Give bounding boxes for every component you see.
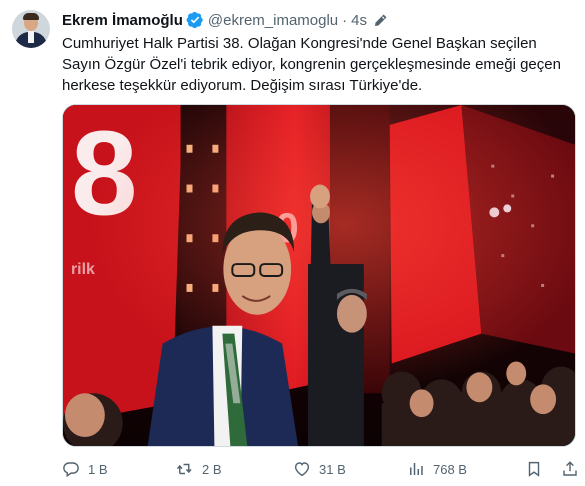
- retweet-count: 2 B: [202, 461, 222, 477]
- tweet[interactable]: Ekrem İmamoğlu @ekrem_imamoglu · 4s Cumh…: [0, 0, 585, 486]
- tweet-text-line: Sayın Özgür Özel'i tebrik ediyor, kongre…: [62, 56, 561, 73]
- separator-dot: ·: [342, 11, 348, 29]
- timestamp[interactable]: 4s: [351, 12, 367, 29]
- avatar-shirt: [28, 31, 34, 43]
- views-chart-icon: [410, 463, 423, 475]
- tweet-text-line: herkese teşekkür ediyorum. Değişim sıras…: [62, 77, 423, 94]
- like-button[interactable]: 31 B: [293, 458, 346, 480]
- share-icon: [563, 461, 577, 476]
- tweet-text-line: Cumhuriyet Halk Partisi 38. Olağan Kongr…: [62, 35, 537, 52]
- retweet-icon: [176, 463, 192, 475]
- heart-icon: [294, 462, 310, 477]
- like-count: 31 B: [319, 461, 346, 477]
- avatar-hair: [23, 13, 39, 20]
- share-button[interactable]: [559, 458, 581, 480]
- retweet-button[interactable]: 2 B: [176, 458, 222, 480]
- verified-badge-icon[interactable]: [186, 11, 204, 29]
- tweet-text: Cumhuriyet Halk Partisi 38. Olağan Kongr…: [62, 33, 572, 96]
- tweet-header: Ekrem İmamoğlu @ekrem_imamoglu · 4s: [62, 10, 388, 30]
- edited-icon[interactable]: [373, 13, 388, 28]
- display-name[interactable]: Ekrem İmamoğlu: [62, 12, 183, 29]
- views-button[interactable]: 768 B: [407, 458, 467, 480]
- tweet-actions: 1 B 2 B 31 B 768 B: [62, 458, 577, 480]
- avatar[interactable]: [12, 10, 50, 48]
- user-handle[interactable]: @ekrem_imamoglu: [208, 12, 338, 29]
- tweet-photo[interactable]: 8 rilk 10: [62, 104, 576, 447]
- congress-stage-photo: 8 rilk 10: [63, 105, 575, 446]
- bookmark-icon: [528, 461, 540, 477]
- reply-icon: [63, 462, 79, 478]
- bookmark-button[interactable]: [523, 458, 545, 480]
- view-count: 768 B: [433, 461, 467, 477]
- reply-count: 1 B: [88, 461, 108, 477]
- reply-button[interactable]: 1 B: [62, 458, 108, 480]
